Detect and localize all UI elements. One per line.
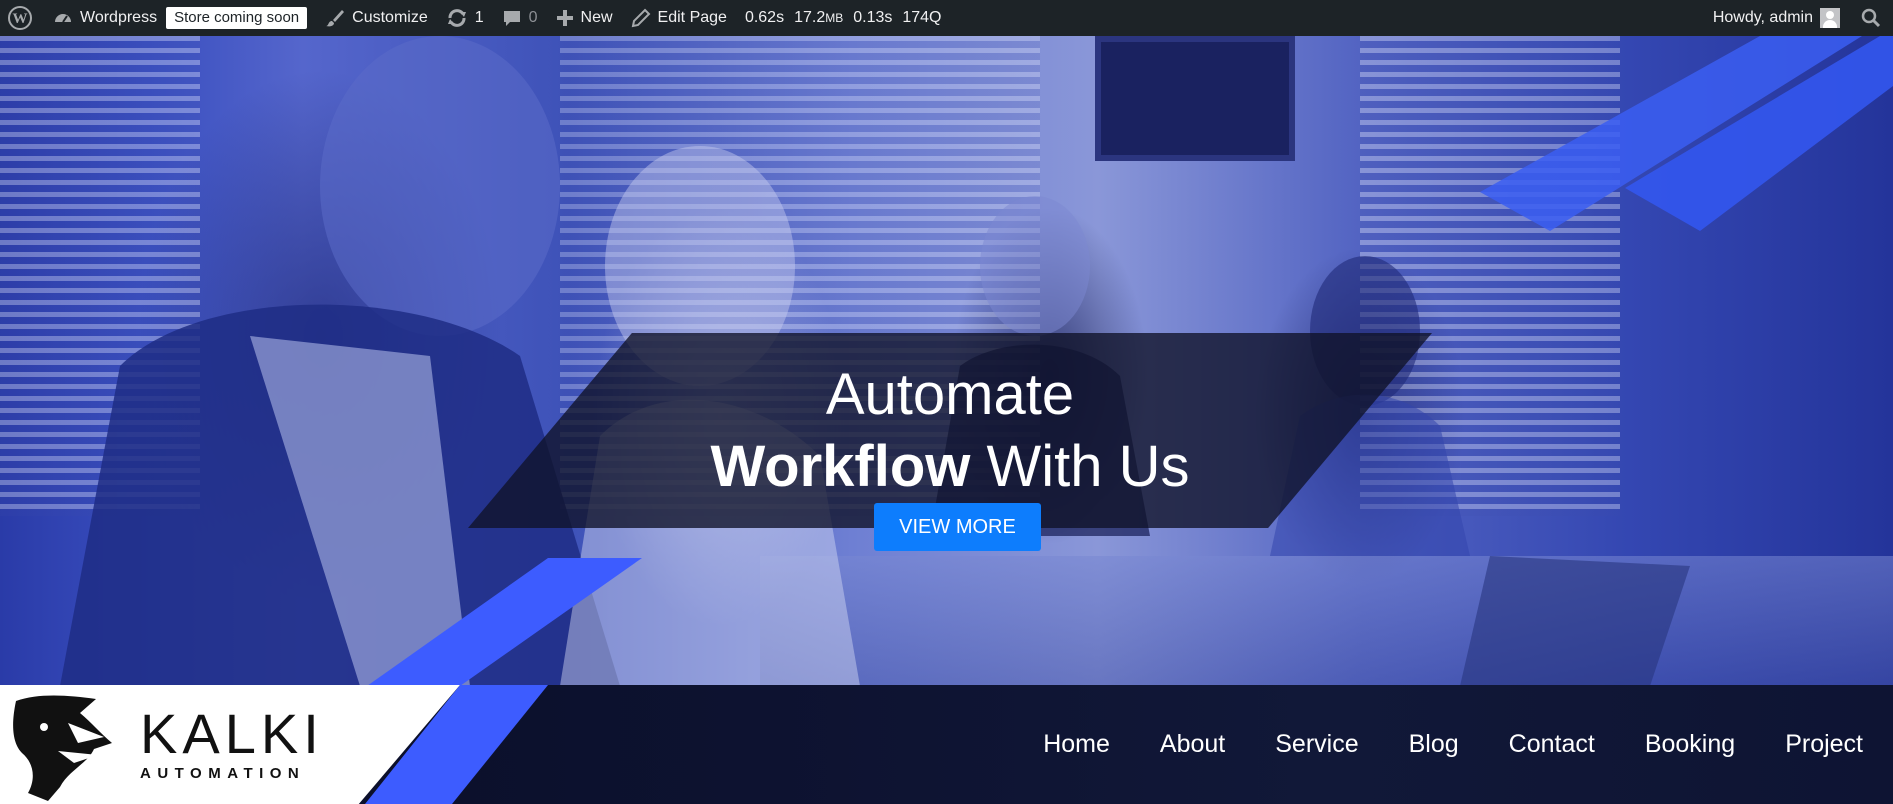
wordpress-logo-icon[interactable]: W bbox=[0, 0, 44, 36]
store-status-badge[interactable]: Store coming soon bbox=[166, 0, 316, 36]
header-blue-slash bbox=[365, 685, 548, 804]
query-count: 174Q bbox=[902, 9, 942, 26]
search-icon bbox=[1861, 8, 1881, 28]
new-label: New bbox=[580, 9, 613, 26]
updates-link[interactable]: 1 bbox=[437, 0, 493, 36]
hero-headline-line1: Automate bbox=[825, 362, 1075, 427]
pencil-icon bbox=[631, 8, 650, 28]
comments-count: 0 bbox=[528, 9, 538, 26]
hero-banner: Automate Workflow With Us VIEW MORE bbox=[0, 36, 1893, 686]
db-query-time: 0.13s bbox=[853, 9, 893, 26]
site-header: KALKI AUTOMATION Home About Service Blog… bbox=[0, 685, 1893, 804]
customize-label: Customize bbox=[352, 9, 428, 26]
main-navigation: Home About Service Blog Contact Booking … bbox=[1018, 685, 1893, 804]
customize-link[interactable]: Customize bbox=[316, 0, 437, 36]
my-account-menu[interactable]: Howdy, admin bbox=[1704, 0, 1849, 36]
hero-headline-line2: Workflow With Us bbox=[710, 434, 1190, 499]
howdy-greeting: Howdy, admin bbox=[1712, 9, 1813, 26]
edit-page-label: Edit Page bbox=[657, 9, 727, 26]
view-more-button[interactable]: VIEW MORE bbox=[874, 503, 1041, 551]
plus-icon bbox=[556, 10, 573, 26]
avatar bbox=[1820, 8, 1840, 28]
dashboard-gauge-icon bbox=[55, 14, 71, 23]
site-name-label: Wordpress bbox=[80, 9, 158, 26]
svg-text:W: W bbox=[13, 11, 28, 27]
nav-contact[interactable]: Contact bbox=[1484, 730, 1620, 759]
query-monitor-stats[interactable]: 0.62s 17.2MB 0.13s 174Q bbox=[736, 0, 951, 36]
site-name-menu[interactable]: Wordpress bbox=[44, 0, 166, 36]
hero-headline: Automate Workflow With Us bbox=[560, 359, 1340, 503]
nav-project[interactable]: Project bbox=[1760, 730, 1893, 759]
nav-booking[interactable]: Booking bbox=[1620, 730, 1760, 759]
wp-admin-bar: W Wordpress Store coming soon Customize … bbox=[0, 0, 1893, 36]
page-gen-time: 0.62s bbox=[744, 9, 785, 26]
paintbrush-icon bbox=[326, 10, 345, 27]
nav-service[interactable]: Service bbox=[1250, 730, 1383, 759]
nav-home[interactable]: Home bbox=[1018, 730, 1135, 759]
edit-page-link[interactable]: Edit Page bbox=[622, 0, 736, 36]
nav-blog[interactable]: Blog bbox=[1384, 730, 1484, 759]
admin-search-button[interactable] bbox=[1849, 0, 1893, 36]
memory-usage: 17.2MB bbox=[794, 9, 844, 26]
nav-about[interactable]: About bbox=[1135, 730, 1250, 759]
new-content-menu[interactable]: New bbox=[547, 0, 622, 36]
refresh-icon bbox=[447, 9, 466, 27]
comments-link[interactable]: 0 bbox=[493, 0, 547, 36]
updates-count: 1 bbox=[474, 9, 484, 26]
comment-bubble-icon bbox=[503, 11, 520, 26]
